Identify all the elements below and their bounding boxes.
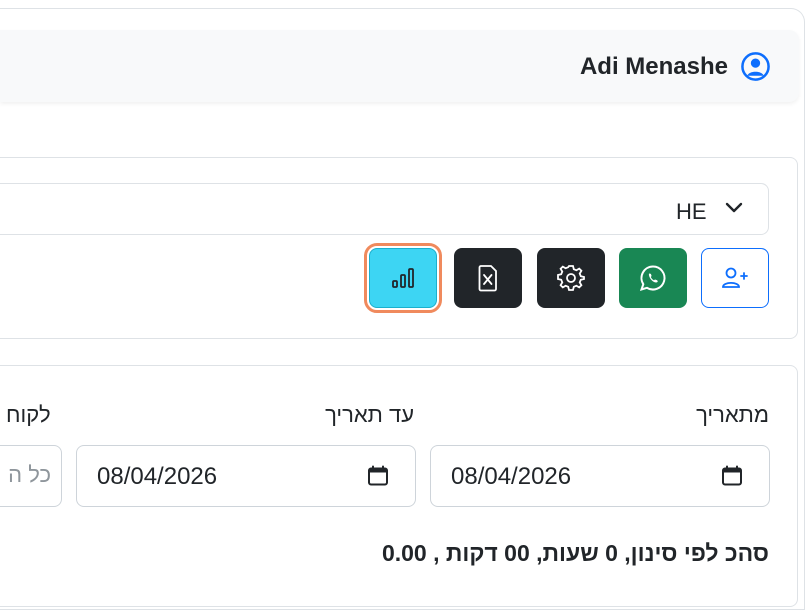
user-circle-icon[interactable] [740,51,771,82]
bar-chart-icon [392,268,414,288]
calendar-icon[interactable] [721,465,743,487]
gear-icon [557,265,585,291]
to-date-value: 08/04/2026 [97,463,218,490]
from-date-input[interactable]: 08/04/2026 [430,445,770,507]
user-name[interactable]: Adi Menashe [580,53,728,81]
language-select-value: HE [676,199,707,224]
to-date-input[interactable]: 08/04/2026 [76,445,416,507]
from-date-label: מתאריך [696,402,769,427]
from-date-value: 08/04/2026 [451,463,572,490]
settings-button[interactable] [537,248,605,308]
whatsapp-icon [639,265,666,292]
to-date-label: עד תאריך [325,402,414,427]
calendar-icon[interactable] [367,465,389,487]
file-excel-icon [478,265,497,292]
person-plus-icon [722,267,748,288]
statistics-button[interactable] [364,243,442,313]
export-excel-button[interactable] [454,248,522,308]
summary-total: סהכ לפי סינון, 0 שעות, 00 דקות , 0.00 [381,540,769,566]
language-select[interactable] [0,183,769,235]
chevron-down-icon [725,202,743,213]
client-label: לקוח [6,402,51,427]
client-input[interactable]: כל ה [0,445,62,507]
client-input-placeholder: כל ה [8,462,51,487]
add-user-button[interactable] [701,248,769,308]
whatsapp-button[interactable] [619,248,687,308]
